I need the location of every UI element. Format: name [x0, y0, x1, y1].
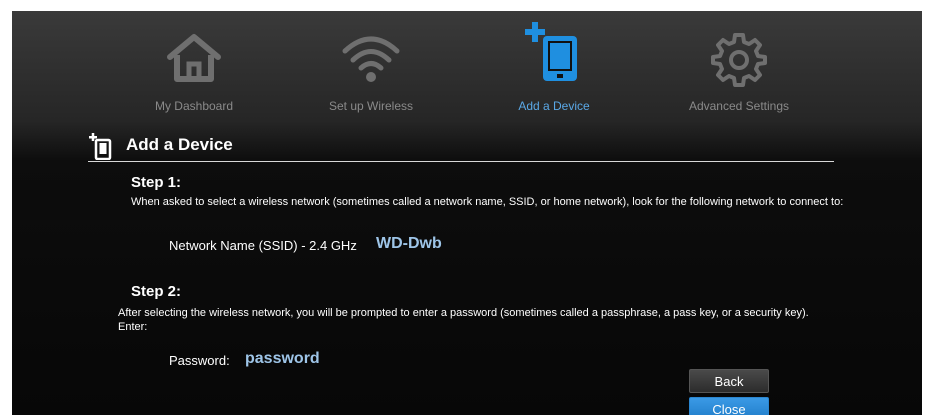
nav-label-add-device: Add a Device: [518, 99, 590, 113]
app-frame: My Dashboard Set up Wireless Add a Devic…: [12, 11, 922, 415]
password-value: password: [245, 350, 320, 367]
step1-title: Step 1:: [131, 174, 182, 191]
nav-item-wireless[interactable]: Set up Wireless: [296, 11, 446, 121]
password-label: Password:: [169, 353, 230, 368]
step2-text: After selecting the wireless network, yo…: [118, 307, 809, 333]
top-nav: My Dashboard Set up Wireless Add a Devic…: [12, 11, 922, 121]
step1-text: When asked to select a wireless network …: [131, 196, 844, 208]
home-icon: [164, 31, 224, 88]
step2-title: Step 2:: [131, 283, 182, 300]
back-button[interactable]: Back: [689, 369, 769, 393]
nav-item-add-device[interactable]: Add a Device: [479, 11, 629, 121]
section-divider: [88, 161, 834, 162]
nav-label-wireless: Set up Wireless: [328, 99, 414, 113]
network-name-value: WD-Dwb: [376, 235, 442, 252]
page-title: Add a Device: [126, 135, 233, 154]
nav-item-advanced[interactable]: Advanced Settings: [664, 11, 814, 121]
close-button[interactable]: Close: [689, 397, 769, 415]
network-name-label: Network Name (SSID) - 2.4 GHz: [169, 238, 357, 253]
gear-icon: [711, 31, 767, 92]
nav-label-advanced: Advanced Settings: [688, 99, 790, 113]
tablet-add-icon: [521, 19, 587, 90]
nav-label-dashboard: My Dashboard: [154, 99, 234, 113]
wifi-icon: [340, 31, 402, 88]
section-header: Add a Device: [88, 132, 834, 162]
nav-item-dashboard[interactable]: My Dashboard: [119, 11, 269, 121]
